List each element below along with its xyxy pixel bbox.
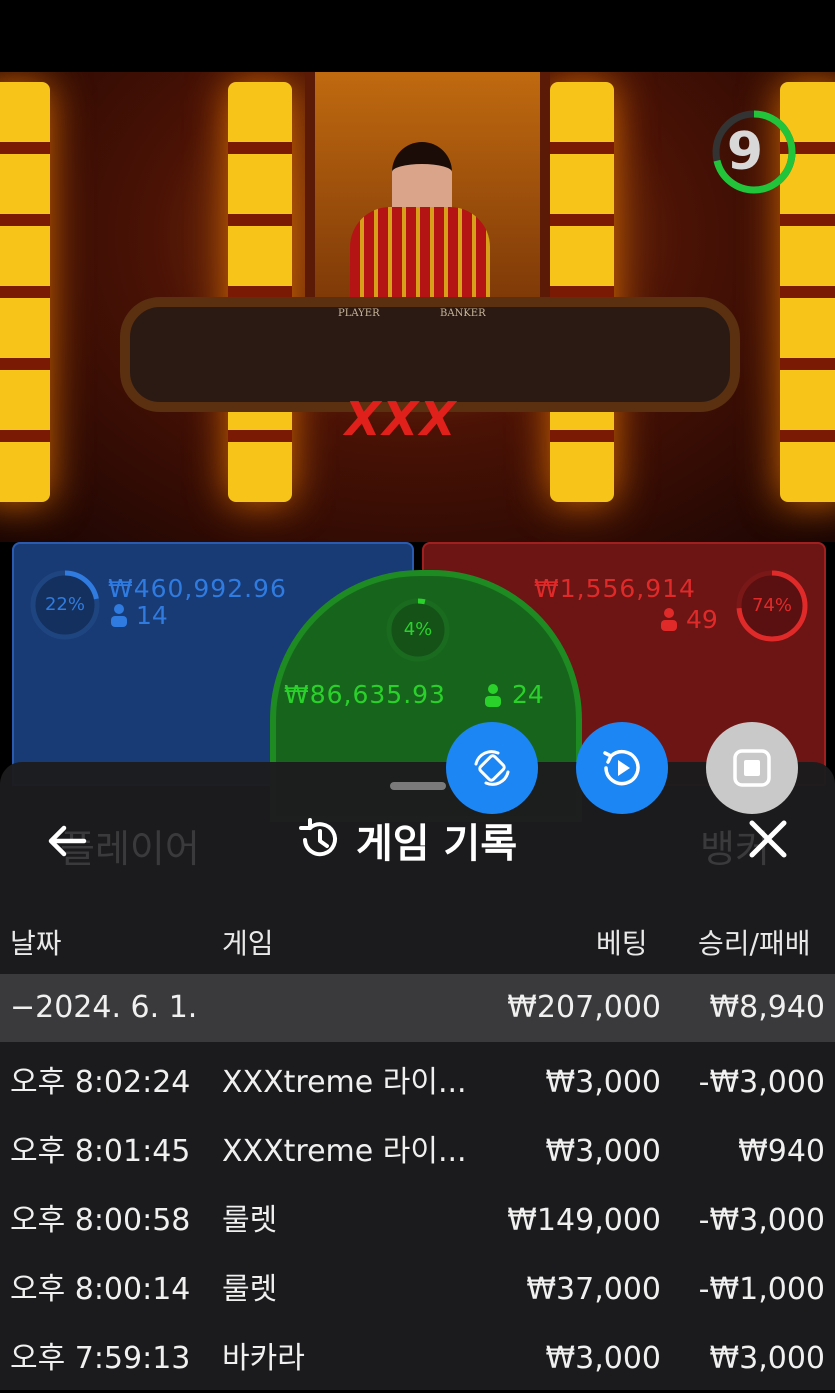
table-row[interactable]: 오후 7:59:13 바카라 ₩3,000 ₩3,000 (0, 1325, 835, 1393)
history-icon (299, 818, 337, 857)
row-time: 오후 7:59:13 (10, 1341, 191, 1376)
close-icon[interactable] (743, 814, 793, 864)
row-bet: ₩37,000 (526, 1272, 661, 1307)
row-game: XXXtreme 라이... (222, 1065, 467, 1100)
rotate-screen-button[interactable] (446, 722, 538, 814)
tie-bet-count: 24 (512, 680, 544, 709)
table-player-label: PLAYER (338, 308, 380, 319)
game-history-sheet: 플레이어 뱅커 게임 기록 날짜 게임 베팅 승리/패배 −2024. 6. 1… (0, 762, 835, 1390)
column-header-game: 게임 (222, 927, 274, 960)
stop-icon (733, 749, 771, 787)
banker-bet-count: 49 (686, 605, 718, 634)
rotate-screen-icon (474, 750, 510, 786)
row-game: 룰렛 (222, 1272, 278, 1307)
column-header-result: 승리/패배 (698, 927, 811, 960)
row-bet: ₩149,000 (507, 1203, 661, 1238)
row-bet: ₩3,000 (545, 1065, 661, 1100)
row-bet: ₩3,000 (545, 1341, 661, 1376)
replay-video-button[interactable] (576, 722, 668, 814)
table-row[interactable]: 오후 8:02:24 XXXtreme 라이... ₩3,000 -₩3,000 (0, 1049, 835, 1117)
table-banker-label: BANKER (440, 308, 486, 319)
row-result: -₩3,000 (698, 1203, 825, 1238)
player-bet-amount: ₩460,992.96 (108, 574, 287, 603)
banker-percent: 74% (751, 595, 792, 616)
table-logo: XXX (345, 392, 458, 446)
tie-bet-amount: ₩86,635.93 (284, 680, 446, 709)
row-game: 바카라 (222, 1341, 305, 1376)
row-result: ₩940 (738, 1134, 825, 1169)
row-time: 오후 8:00:58 (10, 1203, 191, 1238)
banker-bet-amount: ₩1,556,914 (534, 574, 696, 603)
decor-pillar (550, 82, 614, 502)
summary-bet: ₩207,000 (507, 990, 661, 1025)
live-video-stream: PLAYER BANKER XXX 9 (0, 72, 835, 542)
player-person-icon (111, 604, 127, 627)
date-summary-row[interactable]: −2024. 6. 1. ₩207,000 ₩8,940 (0, 974, 835, 1042)
decor-pillar (228, 82, 292, 502)
table-row[interactable]: 오후 8:00:58 룰렛 ₩149,000 -₩3,000 (0, 1187, 835, 1255)
row-bet: ₩3,000 (545, 1134, 661, 1169)
row-game: XXXtreme 라이... (222, 1134, 467, 1169)
player-bet-count: 14 (136, 601, 168, 630)
row-result: -₩3,000 (698, 1065, 825, 1100)
column-header-bet: 베팅 (596, 927, 648, 960)
page-title: 게임 기록 (356, 821, 518, 867)
stop-button[interactable] (706, 722, 798, 814)
summary-result: ₩8,940 (709, 990, 825, 1025)
row-result: -₩1,000 (698, 1272, 825, 1307)
table-row[interactable]: 오후 8:01:45 XXXtreme 라이... ₩3,000 ₩940 (0, 1118, 835, 1186)
arrow-left-icon[interactable] (44, 817, 92, 865)
row-time: 오후 8:00:14 (10, 1272, 191, 1307)
summary-date: −2024. 6. 1. (10, 990, 198, 1025)
drag-handle[interactable] (390, 782, 446, 790)
sheet-header: 게임 기록 (296, 812, 517, 868)
decor-pillar (0, 82, 50, 502)
tie-percent: 4% (403, 619, 433, 640)
row-result: ₩3,000 (709, 1341, 825, 1376)
banker-person-icon (661, 608, 677, 631)
column-header-date: 날짜 (10, 927, 62, 960)
table-row[interactable]: 오후 8:00:14 룰렛 ₩37,000 -₩1,000 (0, 1256, 835, 1324)
tie-person-icon (485, 684, 501, 707)
player-percent: 22% (44, 594, 85, 615)
row-time: 오후 8:02:24 (10, 1065, 191, 1100)
row-game: 룰렛 (222, 1203, 278, 1238)
status-bar (0, 0, 835, 72)
row-time: 오후 8:01:45 (10, 1134, 191, 1169)
countdown-timer: 9 (726, 122, 764, 182)
replay-video-icon (603, 749, 640, 786)
